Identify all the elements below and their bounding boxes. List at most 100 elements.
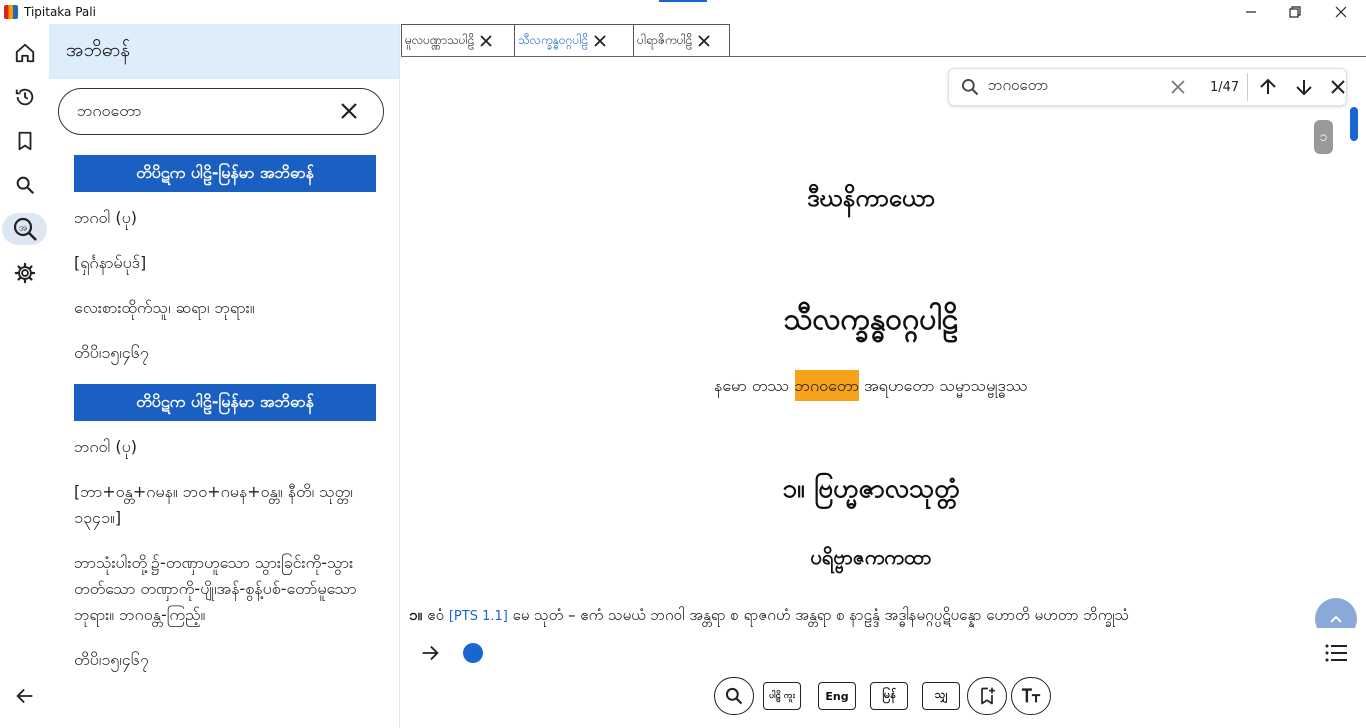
dictionary-results: တိပိဋက ပါဠိ-မြန်မာ အဘိဓာန် ဘဂဝါ (ပု) [ရှ… — [74, 155, 384, 684]
add-bookmark-button[interactable] — [967, 677, 1007, 715]
tab-label: သီလက္ခန္ဓဝဂ္ဂပါဠိ — [518, 32, 589, 47]
nav-bookmarks[interactable] — [0, 123, 49, 159]
pali-script-button[interactable]: ပါဠိ ကူး — [763, 682, 801, 710]
search-icon — [960, 77, 980, 97]
english-button[interactable]: Eng — [818, 682, 856, 710]
dictionary-search-box — [58, 88, 384, 135]
dictionary-sidebar: အဘိဓာန် တိပိဋက ပါဠိ-မြန်မာ အဘိဓာန် ဘဂဝါ … — [49, 24, 400, 728]
bookmark-icon — [18, 131, 31, 151]
close-icon — [1335, 6, 1347, 18]
list-icon — [1325, 644, 1347, 662]
paragraph: ၁။ ဧဝံ [PTS 1.1] မေ သုတံ – ဧကံ သမယံ ဘဂဝါ… — [409, 606, 1339, 628]
namo-text: အရဟတော သမ္မာသမ္ဗုဒ္ဓဿ — [858, 376, 1028, 395]
list-item: တိပိ၊၁၅၊၄၆၇ — [74, 650, 149, 669]
myanmar-button[interactable]: မြန် — [870, 682, 908, 710]
list-item: ဘဂဝါ (ပု) — [74, 208, 137, 227]
nav-dictionary[interactable]: အ — [0, 211, 49, 247]
minimize-icon — [1246, 11, 1256, 13]
pts-reference-link[interactable]: [PTS 1.1] — [449, 609, 508, 624]
arrow-down-icon — [1296, 80, 1312, 96]
close-icon — [341, 103, 357, 119]
chevron-up-icon — [1330, 615, 1342, 623]
list-item: [ရှင်္ဂနာမ်ပုဒ်] — [74, 253, 147, 272]
search-book-button[interactable] — [714, 677, 754, 715]
tab-parajika[interactable]: ပါရာဇိကပါဠိ — [634, 24, 730, 57]
close-find-button[interactable] — [1330, 79, 1346, 95]
arrow-left-icon — [15, 688, 32, 704]
close-tab-button[interactable] — [594, 34, 606, 47]
nav-settings[interactable] — [0, 255, 49, 291]
close-icon — [1171, 80, 1185, 94]
restore-icon — [1289, 6, 1301, 18]
tab-label: မူလပဏ္ဏာသပါဠိ — [405, 32, 475, 47]
close-icon — [698, 34, 711, 47]
find-next-button[interactable] — [1294, 77, 1314, 97]
history-icon — [15, 88, 33, 106]
namo-text: နမော တဿ — [714, 376, 795, 395]
nav-back[interactable] — [0, 678, 49, 714]
myanmar-label: မြန် — [882, 688, 896, 701]
close-icon — [1331, 80, 1345, 94]
go-to-page-button[interactable] — [419, 642, 441, 668]
text-size-icon — [1021, 688, 1041, 703]
book-tabs: မူလပဏ္ဏာသပါဠိ သီလက္ခန္ဓဝဂ္ဂပါဠိ ပါရာဇိကပ… — [401, 24, 730, 57]
arrow-right-icon — [422, 645, 439, 661]
svg-text:အ: အ — [18, 224, 26, 234]
close-tab-button[interactable] — [480, 34, 492, 47]
tab-mulapannasa[interactable]: မူလပဏ္ဏာသပါဠိ — [401, 24, 515, 57]
page-slider-handle[interactable] — [463, 643, 483, 663]
nav-search[interactable] — [0, 167, 49, 203]
find-input[interactable] — [988, 78, 1158, 96]
namo-line: နမော တဿ ဘဂဝတော အရဟတော သမ္မာသမ္ဗုဒ္ဓဿ — [401, 370, 1341, 401]
vertical-scrollbar[interactable] — [1350, 107, 1358, 141]
gear-icon — [14, 262, 35, 284]
sidebar-title: အဘိဓာန် — [49, 24, 399, 79]
nav-history[interactable] — [0, 79, 49, 115]
close-tab-button[interactable] — [698, 34, 711, 47]
font-size-button[interactable] — [1011, 677, 1051, 715]
toc-button[interactable] — [1324, 641, 1348, 669]
restore-button[interactable] — [1272, 0, 1318, 24]
english-label: Eng — [825, 689, 849, 703]
reader-pane: 1/47 ၁ ဒီဃနိကာယော သီလက္ခန္ဓဝဂ္ဂပါဠိ နမော… — [401, 57, 1366, 628]
list-item: ဘဂဝါ (ပု) — [74, 437, 137, 456]
section-title: ပရိဗ္ဗာဇကကထာ — [810, 545, 932, 569]
sutta-title: ၁။ ဗြဟ္မဇာလသုတ္တံ — [782, 474, 960, 504]
reader-toolbar: ပါဠိ ကူး Eng မြန် သျှ — [401, 628, 1366, 728]
scroll-to-top-button[interactable] — [1315, 598, 1357, 628]
list-item: [ဘာ+ဝန္တ+ဂမန။ ဘဝ+ဂမန+ဝန္တ။ နီတိ၊ သုတ္တ၊ … — [74, 482, 353, 527]
top-accent-bar — [659, 0, 707, 2]
paragraph-text: ဧဝံ — [427, 606, 449, 624]
page-slider-row — [401, 638, 1366, 668]
paragraph-number: ၁။ — [409, 606, 428, 624]
pali-script-label: ပါဠိ ကူး — [768, 690, 796, 701]
clear-find-button[interactable] — [1170, 79, 1186, 95]
window-title: Tipitaka Pali — [24, 5, 96, 19]
book-title: သီလက္ခန္ဓဝဂ္ဂပါဠိ — [783, 302, 959, 337]
sinhala-label: သျှ — [934, 688, 948, 701]
find-bar: 1/47 — [948, 68, 1347, 106]
arrow-up-icon — [1260, 78, 1276, 94]
dictionary-search-icon: အ — [13, 217, 37, 241]
minimize-button[interactable] — [1228, 0, 1274, 24]
page-number-badge: ၁ — [1314, 120, 1333, 154]
dictionary-search-input[interactable] — [77, 102, 327, 121]
tab-silakkhandha[interactable]: သီလက္ခန္ဓဝဂ္ဂပါဠိ — [515, 24, 634, 57]
home-icon — [15, 43, 34, 63]
result-group-heading: တိပိဋက ပါဠိ-မြန်မာ အဘိဓာန် — [74, 384, 376, 421]
find-divider — [1247, 73, 1248, 101]
tab-label: ပါရာဇိကပါဠိ — [637, 32, 693, 47]
nav-home[interactable] — [0, 35, 49, 71]
sinhala-button[interactable]: သျှ — [922, 682, 960, 710]
list-item: တိပိ၊၁၅၊၄၆၇ — [74, 343, 149, 362]
list-item: လေးစားထိုက်သူ၊ ဆရာ၊ ဘုရား။ — [74, 298, 255, 317]
clear-search-button[interactable] — [339, 101, 359, 125]
app-logo-icon — [4, 5, 18, 19]
bookmark-add-icon — [981, 687, 995, 705]
nav-rail: အ — [0, 24, 49, 728]
search-icon — [725, 687, 743, 705]
paragraph-text: မေ သုတံ – ဧကံ သမယံ ဘဂဝါ အန္တရာ စ ရာဇဂဟံ … — [507, 606, 1130, 624]
find-previous-button[interactable] — [1258, 77, 1278, 97]
result-group-heading: တိပိဋက ပါဠိ-မြန်မာ အဘိဓာန် — [74, 155, 376, 192]
close-window-button[interactable] — [1318, 0, 1364, 24]
